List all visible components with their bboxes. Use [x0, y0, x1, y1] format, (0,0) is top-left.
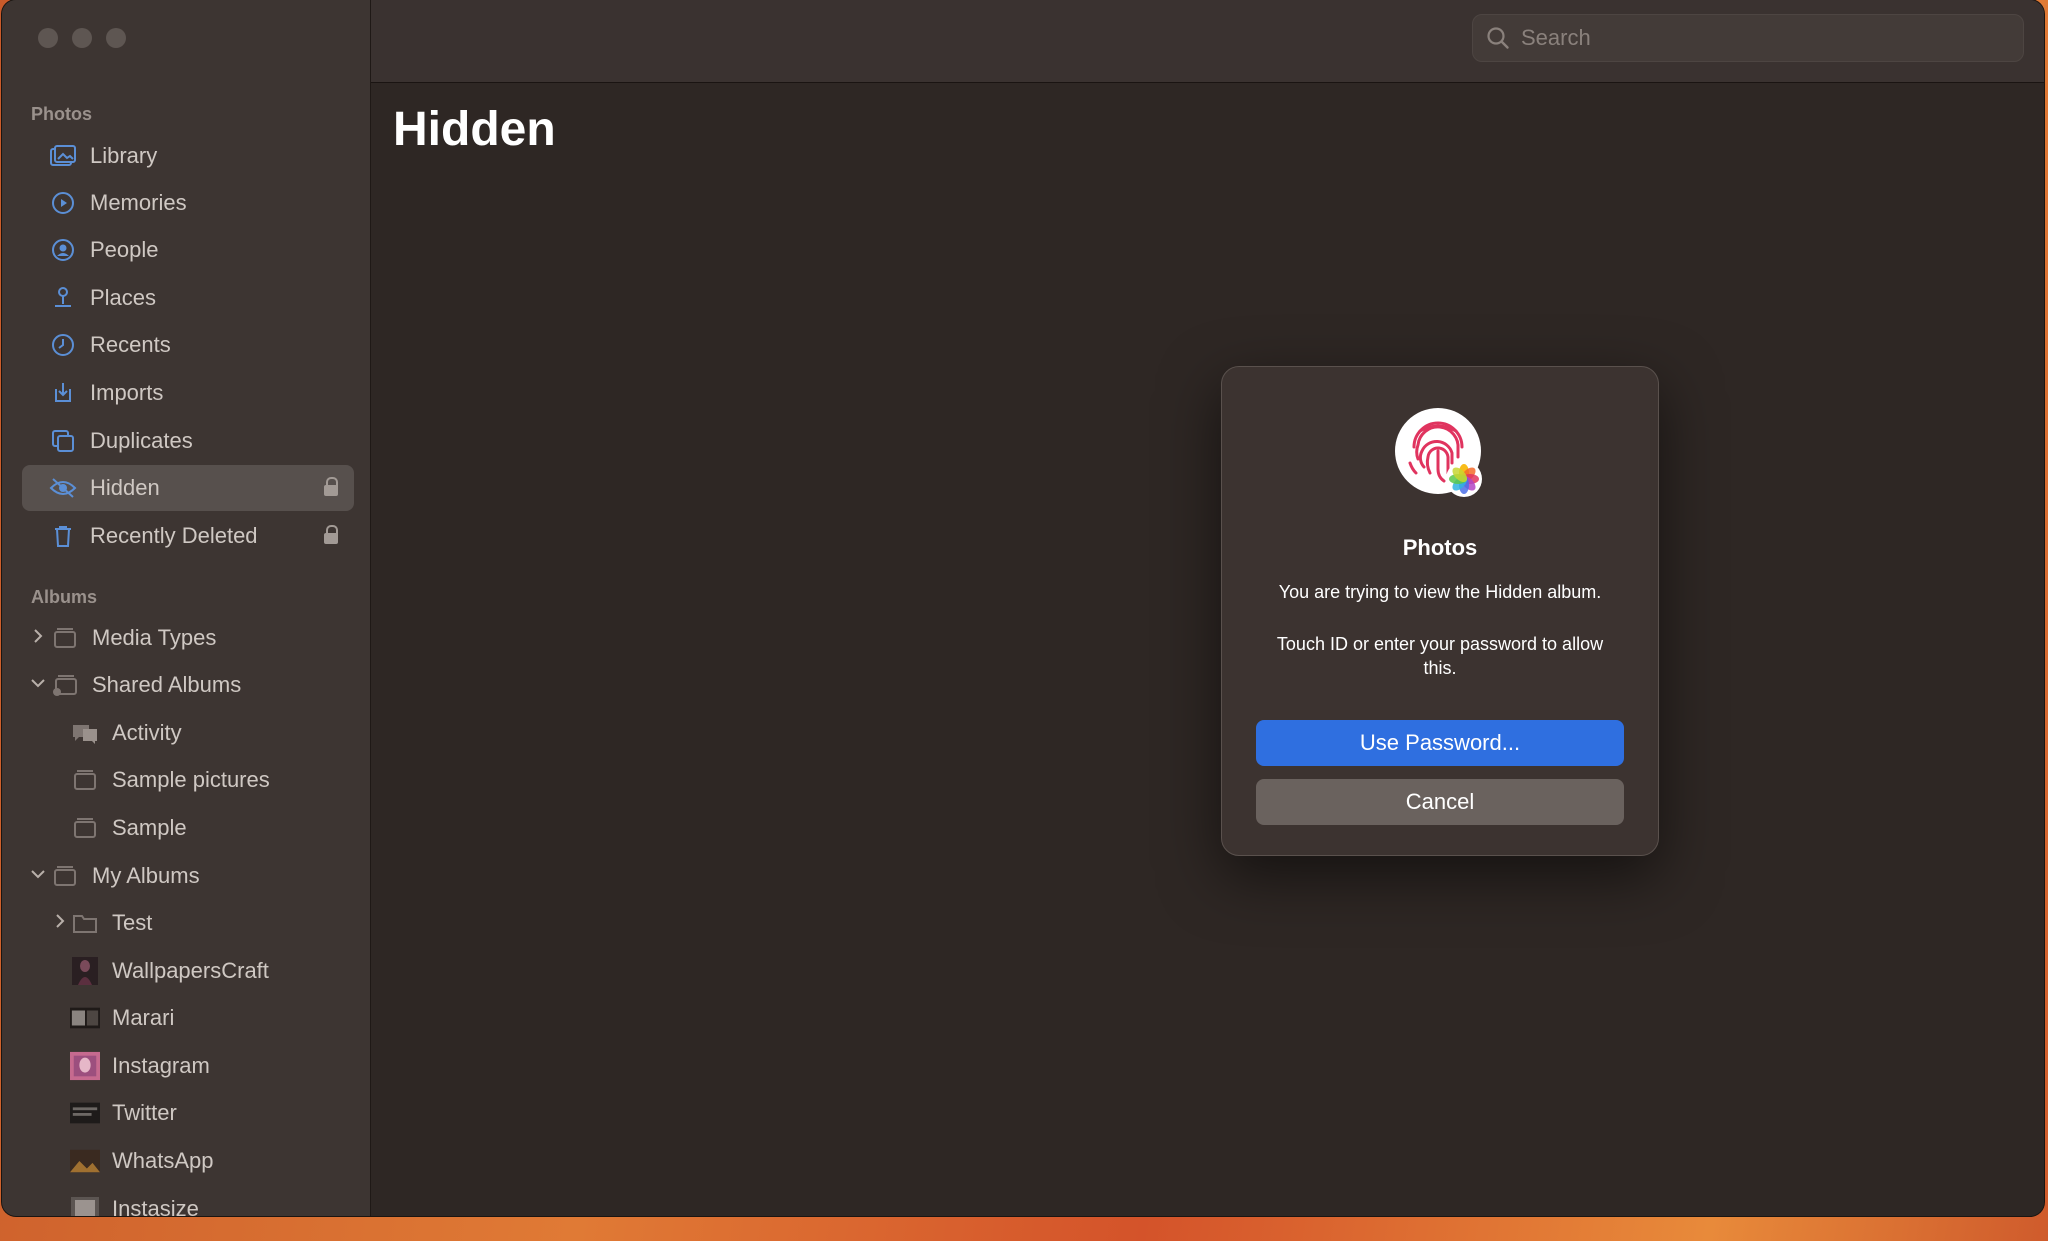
sidebar-item-label: Test [112, 910, 153, 935]
shared-album-icon [50, 672, 80, 698]
sidebar-item-test[interactable]: Test [22, 900, 354, 946]
auth-dialog: Photos You are trying to view the Hidden… [1221, 366, 1659, 856]
sidebar-item-media-types[interactable]: Media Types [22, 615, 354, 661]
album-icon [70, 815, 100, 841]
sidebar-item-imports[interactable]: Imports [22, 370, 354, 416]
sidebar-item-sample[interactable]: Sample [22, 805, 354, 851]
window-controls [38, 28, 126, 48]
dialog-detail: Touch ID or enter your password to allow… [1276, 634, 1604, 678]
sidebar-item-label: Duplicates [90, 428, 193, 453]
album-thumbnail [70, 1100, 100, 1126]
recents-icon [48, 332, 78, 358]
sidebar-item-places[interactable]: Places [22, 275, 354, 321]
sidebar-item-duplicates[interactable]: Duplicates [22, 418, 354, 464]
sidebar-item-library[interactable]: Library [22, 133, 354, 179]
imports-icon [48, 380, 78, 406]
sidebar-item-label: Sample pictures [112, 767, 270, 792]
sidebar-item-memories[interactable]: Memories [22, 180, 354, 226]
sidebar-item-label: Instasize [112, 1196, 199, 1216]
album-icon [70, 767, 100, 793]
album-thumbnail [70, 957, 100, 985]
lock-icon [324, 477, 338, 496]
sidebar-item-twitter[interactable]: Twitter [22, 1090, 354, 1136]
sidebar-item-recents[interactable]: Recents [22, 322, 354, 368]
sidebar-item-label: WallpapersCraft [112, 958, 269, 983]
album-thumbnail [70, 1051, 100, 1081]
chevron-down-icon[interactable] [30, 676, 46, 694]
memories-icon [48, 190, 78, 216]
sidebar-item-instagram[interactable]: Instagram [22, 1043, 354, 1089]
album-thumbnail [70, 1148, 100, 1174]
sidebar-item-instasize[interactable]: Instasize [22, 1186, 354, 1216]
sidebar-item-sample-pictures[interactable]: Sample pictures [22, 757, 354, 803]
sidebar-item-whatsapp[interactable]: WhatsApp [22, 1138, 354, 1184]
page-title: Hidden [393, 103, 556, 156]
activity-icon [70, 720, 100, 746]
search-field[interactable] [1472, 14, 2024, 62]
sidebar-section-albums: Albums [31, 587, 98, 607]
sidebar-item-label: Recently Deleted [90, 523, 258, 548]
sidebar-item-people[interactable]: People [22, 227, 354, 273]
sidebar-item-label: Marari [112, 1005, 175, 1030]
sidebar-item-label: Instagram [112, 1053, 210, 1078]
dialog-title: Photos [1402, 535, 1478, 560]
sidebar-item-label: Sample [112, 815, 187, 840]
sidebar-item-label: Shared Albums [92, 672, 242, 697]
sidebar-item-label: Places [90, 285, 157, 310]
album-thumbnail [70, 1196, 100, 1216]
main-content: Hidden l to View This Album [371, 0, 2044, 1216]
search-input[interactable] [1519, 24, 2003, 52]
toolbar [371, 0, 2044, 83]
sidebar-item-label: Library [90, 143, 158, 168]
sidebar: Photos Library Memories People Places Re… [2, 0, 371, 1216]
folder-icon [70, 910, 100, 936]
touch-id-fingerprint-icon [1394, 407, 1488, 501]
sidebar-item-shared-albums[interactable]: Shared Albums [22, 662, 354, 708]
sidebar-item-label: Imports [90, 380, 164, 405]
sidebar-item-hidden[interactable]: Hidden [22, 465, 354, 511]
trash-icon [48, 523, 78, 549]
use-password-button[interactable]: Use Password... [1256, 720, 1624, 766]
zoom-window-button[interactable] [106, 28, 126, 48]
sidebar-item-label: Memories [90, 190, 187, 215]
sidebar-item-label: Media Types [92, 625, 217, 650]
album-stack-icon [50, 625, 80, 651]
dialog-message: You are trying to view the Hidden album. [1278, 582, 1602, 602]
sidebar-item-wallpaperscraft[interactable]: WallpapersCraft [22, 948, 354, 994]
sidebar-item-my-albums[interactable]: My Albums [22, 853, 354, 899]
sidebar-item-label: Activity [112, 720, 182, 745]
sidebar-item-activity[interactable]: Activity [22, 710, 354, 756]
chevron-right-icon[interactable] [52, 913, 68, 934]
sidebar-item-label: My Albums [92, 863, 200, 888]
sidebar-item-label: Twitter [112, 1100, 177, 1125]
sidebar-item-label: People [90, 237, 159, 262]
library-icon [48, 143, 78, 169]
chevron-down-icon[interactable] [30, 867, 46, 885]
search-icon [1485, 25, 1511, 51]
people-icon [48, 237, 78, 263]
sidebar-section-photos: Photos [31, 104, 92, 124]
close-window-button[interactable] [38, 28, 58, 48]
chevron-right-icon[interactable] [30, 628, 46, 649]
places-icon [48, 285, 78, 311]
minimize-window-button[interactable] [72, 28, 92, 48]
album-stack-icon [50, 863, 80, 889]
sidebar-item-label: Hidden [90, 475, 160, 500]
sidebar-item-label: Recents [90, 332, 171, 357]
duplicates-icon [48, 428, 78, 454]
sidebar-item-recently-deleted[interactable]: Recently Deleted [22, 513, 354, 559]
cancel-button[interactable]: Cancel [1256, 779, 1624, 825]
photos-window: Photos Library Memories People Places Re… [2, 0, 2044, 1216]
lock-icon [324, 525, 338, 544]
sidebar-item-label: WhatsApp [112, 1148, 214, 1173]
album-thumbnail [70, 1005, 100, 1031]
hidden-eye-icon [48, 475, 78, 501]
sidebar-item-marari[interactable]: Marari [22, 995, 354, 1041]
